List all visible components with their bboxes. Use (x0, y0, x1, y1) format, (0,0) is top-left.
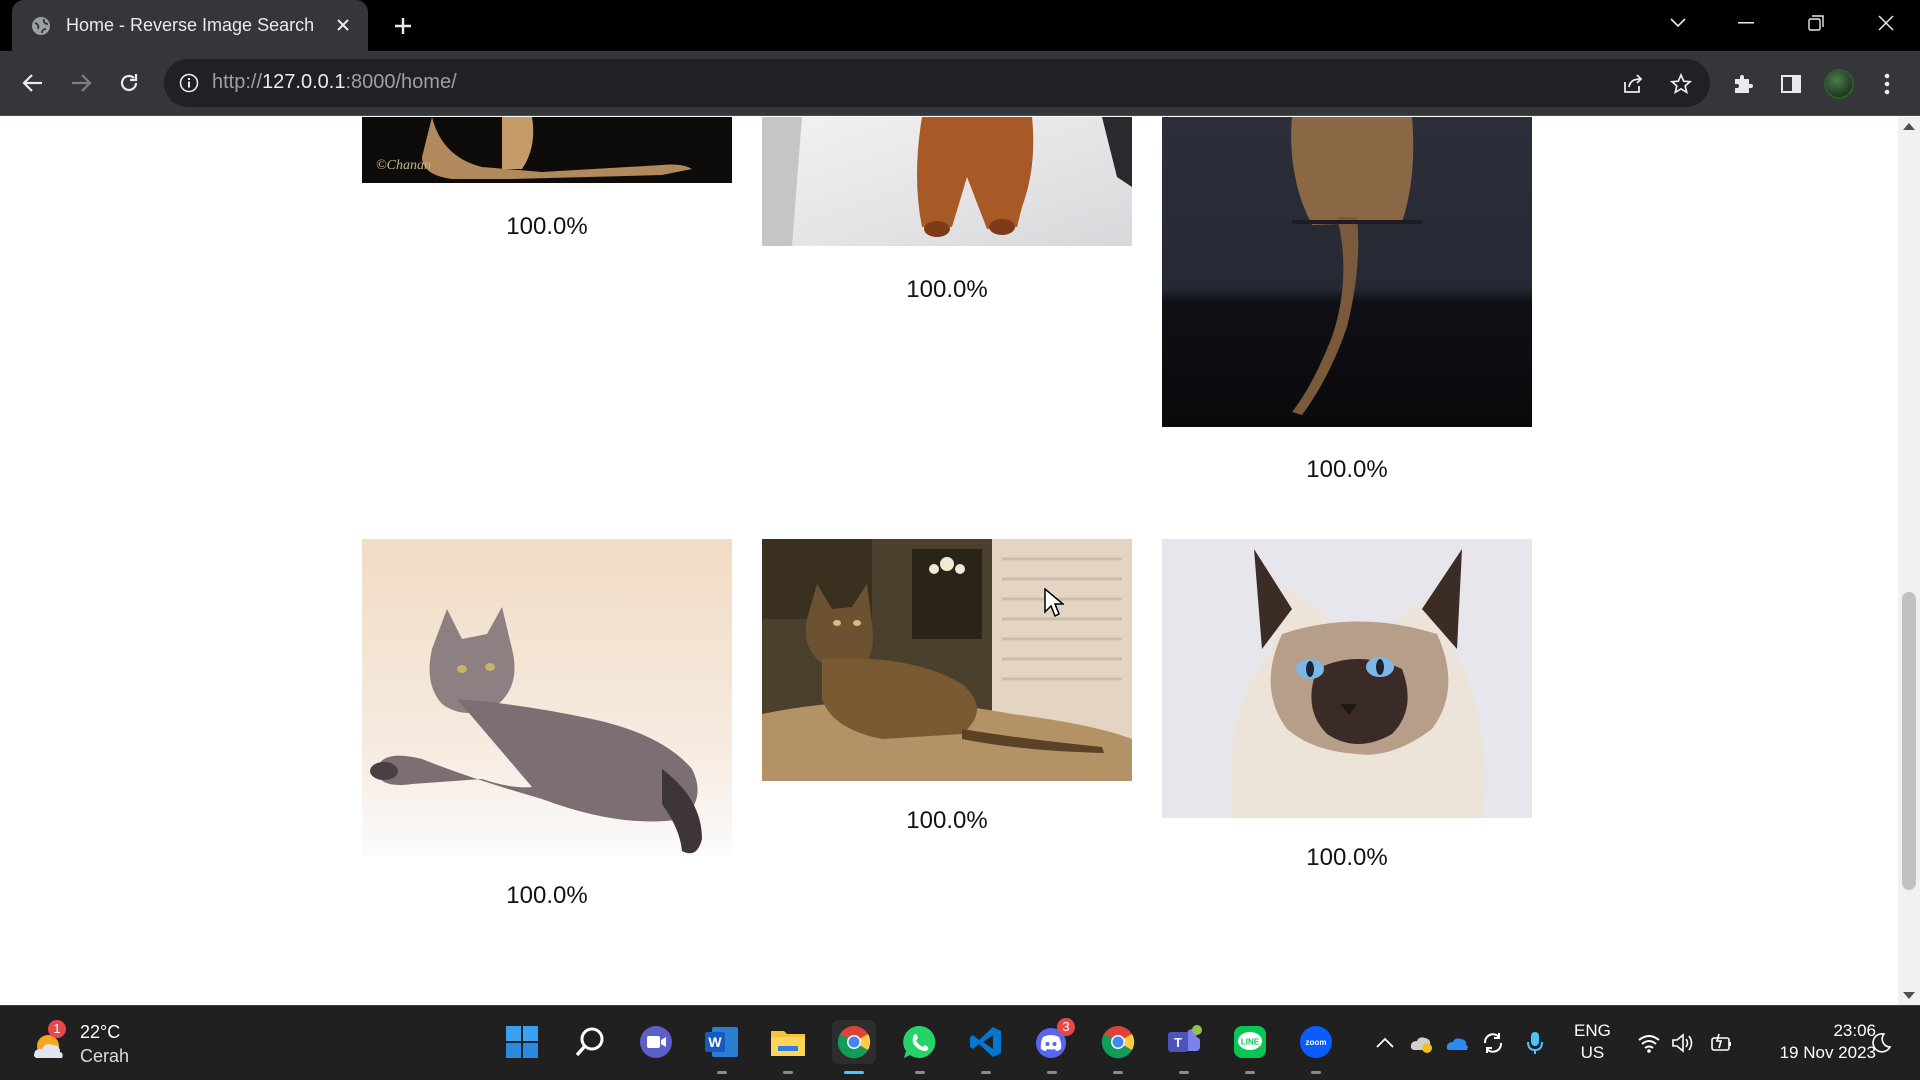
info-icon[interactable] (177, 71, 201, 95)
browser-toolbar: http://127.0.0.1:8000/home/ (0, 51, 1920, 116)
weather-badge: 1 (48, 1020, 66, 1038)
tab-search-icon[interactable] (1660, 8, 1696, 38)
search-icon[interactable] (568, 1020, 612, 1064)
sync-icon[interactable] (1480, 1030, 1506, 1056)
running-indicator (1113, 1071, 1123, 1074)
side-panel-icon[interactable] (1776, 69, 1806, 99)
weather-widget[interactable]: 1 22°C Cerah (28, 1020, 129, 1068)
svg-text:T: T (1174, 1035, 1182, 1050)
whatsapp-icon[interactable] (898, 1020, 942, 1074)
chevron-up-icon[interactable] (1372, 1030, 1398, 1056)
minimize-button[interactable] (1728, 8, 1764, 38)
line-icon[interactable]: LINE (1228, 1020, 1272, 1074)
browser-tab[interactable]: Home - Reverse Image Search (12, 0, 368, 51)
similarity-score: 100.0% (906, 807, 988, 834)
wifi-icon[interactable] (1636, 1030, 1662, 1056)
running-indicator (981, 1071, 991, 1074)
svg-text:LINE: LINE (1241, 1038, 1260, 1047)
result-card[interactable] (1162, 117, 1532, 432)
weather-sun-cloud-icon: 1 (28, 1020, 68, 1064)
address-bar[interactable]: http://127.0.0.1:8000/home/ (164, 59, 1710, 107)
similarity-score: 100.0% (506, 882, 588, 909)
forward-arrow-icon[interactable] (66, 68, 96, 98)
running-indicator (783, 1071, 793, 1074)
result-card[interactable] (762, 539, 1132, 786)
page-viewport: ©Chanan 100.0% 100.0% 100.0% 100.0% 100.… (0, 117, 1898, 1005)
file-explorer-icon[interactable] (766, 1020, 810, 1074)
chrome-icon[interactable] (1096, 1020, 1140, 1074)
word-icon[interactable]: W (700, 1020, 744, 1074)
result-card[interactable] (762, 117, 1132, 251)
profile-avatar[interactable] (1824, 69, 1854, 99)
page-scrollbar[interactable] (1898, 117, 1920, 1005)
moon-icon[interactable] (1868, 1030, 1894, 1056)
running-indicator (915, 1071, 925, 1074)
tab-title: Home - Reverse Image Search (66, 15, 315, 35)
similarity-score: 100.0% (1306, 456, 1388, 483)
scrollbar-thumb[interactable] (1902, 592, 1916, 890)
result-card[interactable] (1162, 539, 1532, 823)
similarity-score: 100.0% (1306, 844, 1388, 871)
chrome-icon[interactable] (832, 1020, 876, 1074)
result-image (1162, 539, 1532, 818)
url-text[interactable]: http://127.0.0.1:8000/home/ (212, 71, 457, 94)
meet-icon[interactable] (634, 1020, 678, 1064)
running-indicator (1245, 1071, 1255, 1074)
svg-text:zoom: zoom (1306, 1038, 1327, 1047)
result-card[interactable]: ©Chanan (362, 117, 732, 188)
active-indicator (844, 1071, 864, 1074)
globe-icon (30, 15, 52, 37)
share-icon[interactable] (1620, 71, 1646, 97)
browser-tab-strip: Home - Reverse Image Search (0, 0, 1920, 51)
result-card[interactable] (362, 539, 732, 861)
battery-icon[interactable] (1708, 1030, 1734, 1056)
start-icon[interactable] (500, 1020, 544, 1064)
similarity-score: 100.0% (506, 213, 588, 240)
running-indicator (1179, 1071, 1189, 1074)
menu-kebab-icon[interactable] (1872, 69, 1902, 99)
weather-description: Cerah (80, 1046, 130, 1066)
scroll-down-arrow-icon[interactable] (1903, 992, 1915, 999)
restore-button[interactable] (1798, 8, 1834, 38)
onedrive-warning-icon[interactable] (1408, 1030, 1434, 1056)
new-tab-button[interactable] (390, 13, 416, 39)
result-image (362, 539, 732, 856)
running-indicator (717, 1071, 727, 1074)
mouse-cursor-icon (1044, 588, 1064, 618)
weather-temperature: 22°C (80, 1022, 121, 1042)
vscode-icon[interactable] (964, 1020, 1008, 1074)
close-tab-icon[interactable] (332, 14, 354, 36)
bookmark-star-icon[interactable] (1668, 71, 1694, 97)
result-image (1162, 117, 1532, 427)
onedrive-icon[interactable] (1444, 1030, 1470, 1056)
windows-taskbar: 1 22°C Cerah W 3 T LINE zoom ENG US 23:0… (0, 1005, 1920, 1080)
extensions-puzzle-icon[interactable] (1728, 69, 1758, 99)
microphone-icon[interactable] (1522, 1030, 1548, 1056)
volume-icon[interactable] (1670, 1030, 1696, 1056)
result-image (762, 117, 1132, 246)
scroll-up-arrow-icon[interactable] (1903, 123, 1915, 130)
teams-icon[interactable]: T (1162, 1020, 1206, 1074)
input-language-indicator[interactable]: ENG US (1574, 1020, 1611, 1064)
zoom-icon[interactable]: zoom (1294, 1020, 1338, 1074)
discord-icon[interactable]: 3 (1030, 1018, 1075, 1074)
photographer-signature: ©Chanan (376, 158, 431, 173)
discord-notification-badge: 3 (1057, 1018, 1075, 1036)
close-window-button[interactable] (1868, 8, 1904, 38)
svg-text:W: W (708, 1034, 722, 1050)
result-image: ©Chanan (362, 117, 732, 183)
reload-icon[interactable] (114, 68, 144, 98)
running-indicator (1047, 1071, 1057, 1074)
result-image (762, 539, 1132, 781)
back-arrow-icon[interactable] (18, 68, 48, 98)
similarity-score: 100.0% (906, 276, 988, 303)
running-indicator (1311, 1071, 1321, 1074)
system-clock[interactable]: 23:06 19 Nov 2023 (1754, 1020, 1876, 1064)
